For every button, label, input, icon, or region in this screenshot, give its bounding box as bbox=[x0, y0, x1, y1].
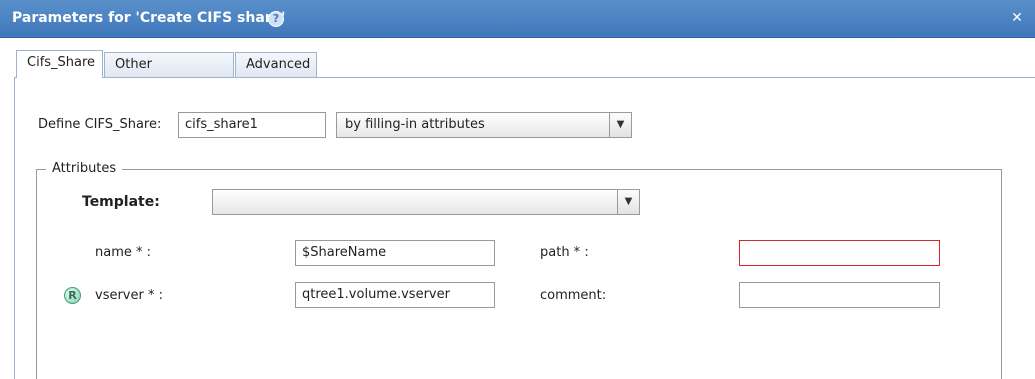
name-label: name * : bbox=[95, 245, 152, 260]
template-select[interactable]: ▼ bbox=[212, 189, 640, 215]
tab-cifs-share[interactable]: Cifs_Share bbox=[16, 50, 103, 78]
vserver-input[interactable]: qtree1.volume.vserver bbox=[295, 282, 495, 308]
name-input[interactable]: $ShareName bbox=[295, 240, 495, 266]
path-input[interactable] bbox=[739, 240, 940, 266]
r-badge-icon[interactable]: R bbox=[64, 287, 81, 304]
comment-input[interactable] bbox=[739, 282, 940, 308]
define-mode-select[interactable]: by filling-in attributes ▼ bbox=[336, 112, 632, 138]
vserver-label: vserver * : bbox=[95, 288, 163, 303]
tab-other-parameters[interactable]: Other Parameters bbox=[104, 52, 234, 96]
chevron-down-icon[interactable]: ▼ bbox=[617, 190, 639, 214]
dialog-titlebar[interactable]: Parameters for 'Create CIFS share' ? ✕ bbox=[0, 0, 1035, 38]
help-icon[interactable]: ? bbox=[268, 11, 284, 27]
dialog-title: Parameters for 'Create CIFS share' bbox=[12, 10, 286, 26]
attributes-legend: Attributes bbox=[46, 161, 123, 176]
define-cifs-share-label: Define CIFS_Share: bbox=[38, 117, 162, 132]
define-mode-value: by filling-in attributes bbox=[345, 117, 485, 132]
path-label: path * : bbox=[540, 245, 589, 260]
template-label: Template: bbox=[82, 194, 160, 210]
comment-label: comment: bbox=[540, 288, 607, 303]
close-icon[interactable]: ✕ bbox=[1008, 9, 1026, 27]
define-name-input[interactable]: cifs_share1 bbox=[178, 112, 326, 138]
tab-advanced[interactable]: Advanced bbox=[235, 52, 317, 78]
chevron-down-icon[interactable]: ▼ bbox=[609, 113, 631, 137]
parameters-dialog: Parameters for 'Create CIFS share' ? ✕ C… bbox=[0, 0, 1035, 379]
